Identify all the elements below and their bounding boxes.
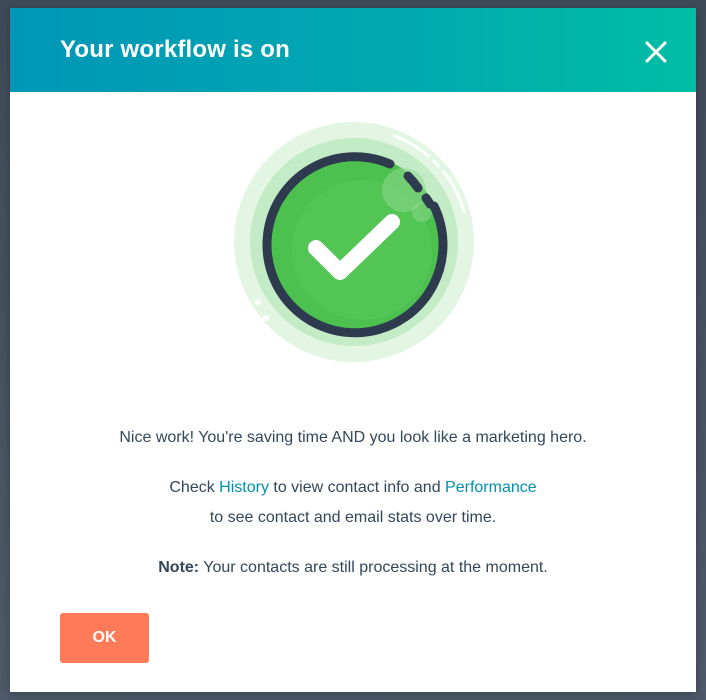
dialog-title: Your workflow is on (60, 36, 291, 63)
note-label: Note: (158, 559, 200, 576)
close-button[interactable] (640, 36, 672, 68)
dialog-header: Your workflow is on (10, 8, 696, 92)
middle-text: to view contact info and (268, 479, 446, 496)
history-link[interactable]: History (219, 479, 269, 496)
checkmark-success-icon (234, 122, 474, 362)
suffix-text: to see contact and email stats over time… (209, 509, 497, 526)
processing-note: Note: Your contacts are still processing… (50, 553, 656, 583)
check-prefix-text: Check (169, 479, 220, 496)
workflow-success-dialog: Your workflow is on Nice work! You're sa… (10, 8, 696, 692)
performance-link[interactable]: Performance (445, 479, 537, 496)
close-icon (645, 41, 667, 63)
next-steps-message: Check History to view contact info and P… (50, 473, 656, 533)
ok-button[interactable]: OK (60, 613, 149, 663)
success-message: Nice work! You're saving time AND you lo… (119, 429, 587, 446)
note-text: Your contacts are still processing at th… (199, 559, 548, 576)
